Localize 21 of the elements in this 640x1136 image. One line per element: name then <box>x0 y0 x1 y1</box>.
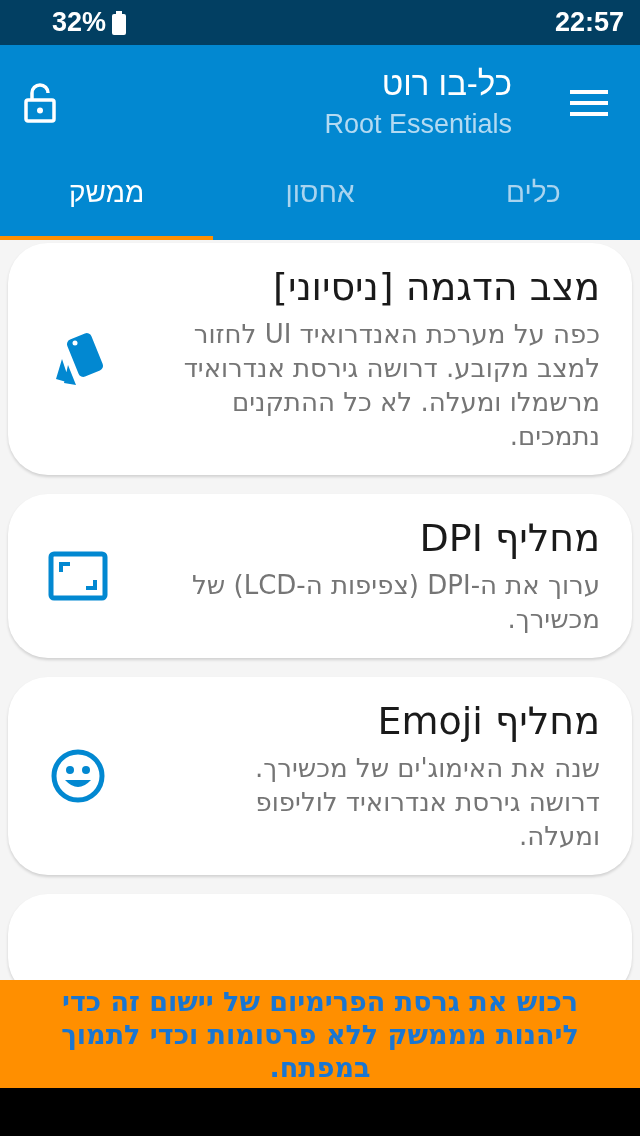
app-title: כל-בו רוט <box>381 65 512 103</box>
tab[interactable]: כלים <box>426 160 640 240</box>
unlocked-padlock-icon[interactable] <box>24 82 56 123</box>
clock: 22:57 <box>554 7 624 38</box>
premium-banner[interactable]: רכוש את גרסת הפרימיום של יישום זה כדי ליהנות מממשק ללא פרסומות וכדי לתמוך במפתח. <box>0 980 640 1088</box>
card-description: ערוך את ה-DPI (צפיפות ה-LCD) של מכשירך. <box>191 569 600 636</box>
card-title: מחליף Emoji <box>376 699 600 743</box>
card-title: מצב הדגמה [ניסיוני] <box>272 265 600 309</box>
smiley-icon <box>50 748 106 804</box>
feature-card[interactable]: מחליף Emoji שנה את האימוג'ים של מכשירך. דרושה גירסת אנדרואיד לוליפופ ומעלה. <box>8 677 632 875</box>
menu-icon[interactable] <box>570 89 608 116</box>
battery-percentage: 32% <box>52 7 107 38</box>
screen-frame-icon <box>48 551 108 601</box>
app-subtitle: Root Essentials <box>324 109 512 140</box>
card-description: כפה על מערכת האנדרואיד UI לחזור למצב מקובע. דרושה גירסת אנדרואיד מרשמלו ומעלה. לא כל ההתקנים נתמכים. <box>182 318 600 453</box>
battery-icon <box>112 10 127 35</box>
feature-card[interactable]: מחליף DPI ערוך את ה-DPI (צפיפות ה-LCD) של מכשירך. <box>8 494 632 658</box>
card-title: מחליף DPI <box>418 516 600 560</box>
tab[interactable]: אחסון <box>213 160 427 240</box>
feature-card[interactable]: מצב הדגמה [ניסיוני] כפה על מערכת האנדרואיד UI לחזור למצב מקובע. דרושה גירסת אנדרואיד מרשמלו ומעלה. לא כל ההתקנים נתמכים. <box>8 243 632 475</box>
card-description: שנה את האימוג'ים של מכשירך. דרושה גירסת אנדרואיד לוליפופ ומעלה. <box>254 752 600 853</box>
